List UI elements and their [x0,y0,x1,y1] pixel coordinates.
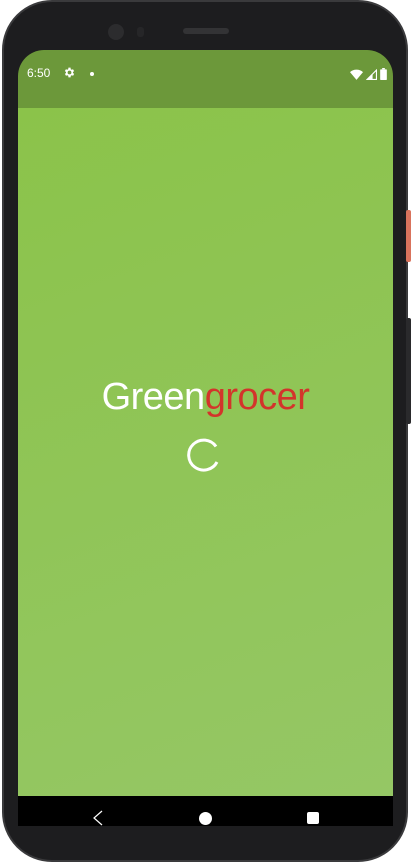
earpiece-speaker [183,28,229,34]
navigation-bar [18,796,393,826]
status-icons [350,67,387,85]
notification-dot-icon [90,72,94,76]
status-time: 6:50 [27,66,51,80]
wifi-icon [350,67,363,85]
front-camera-icon [108,24,124,40]
splash-screen: Greengrocer [18,108,393,796]
power-button [406,210,411,262]
app-logo: Greengrocer [18,374,393,420]
back-icon[interactable] [88,808,108,826]
cell-signal-icon [365,67,377,85]
volume-button [406,318,411,424]
screen: 6:50 Greengrocer [18,50,393,826]
logo-text-grocer: grocer [204,376,310,418]
logo-text-green: Green [101,376,206,418]
battery-icon [380,67,387,85]
home-icon[interactable] [199,812,212,825]
loading-spinner-icon [186,436,222,472]
status-bar: 6:50 [18,50,393,108]
settings-gear-icon [63,66,76,81]
sensor-icon [137,27,144,37]
recents-icon[interactable] [307,812,319,824]
